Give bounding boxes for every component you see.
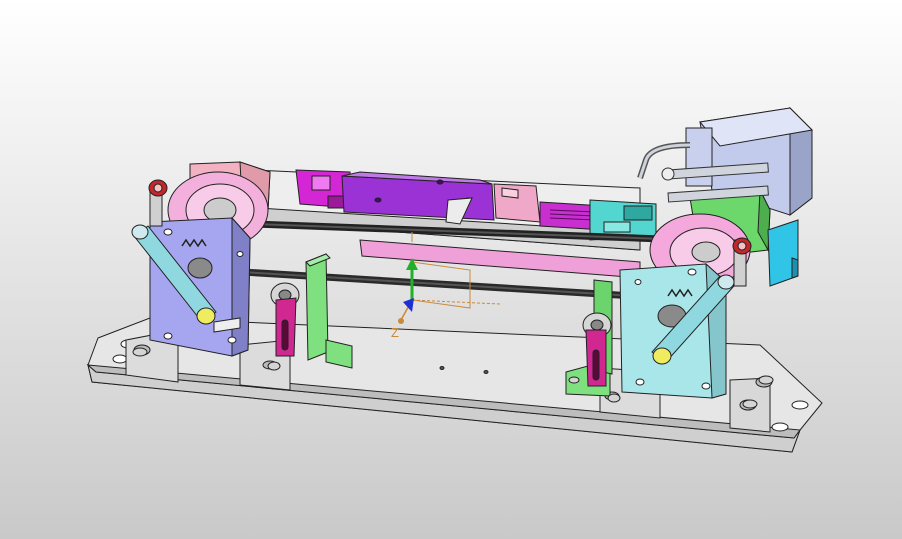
pink-block-center[interactable] <box>493 183 541 223</box>
cyan-mount-block[interactable] <box>767 219 799 287</box>
viewport-background <box>0 0 902 539</box>
cad-viewport[interactable]: Z <box>0 0 902 539</box>
left-pulley-block[interactable] <box>149 216 251 357</box>
cad-model-render: Z <box>0 0 902 539</box>
z-axis-label: Z <box>391 325 399 340</box>
